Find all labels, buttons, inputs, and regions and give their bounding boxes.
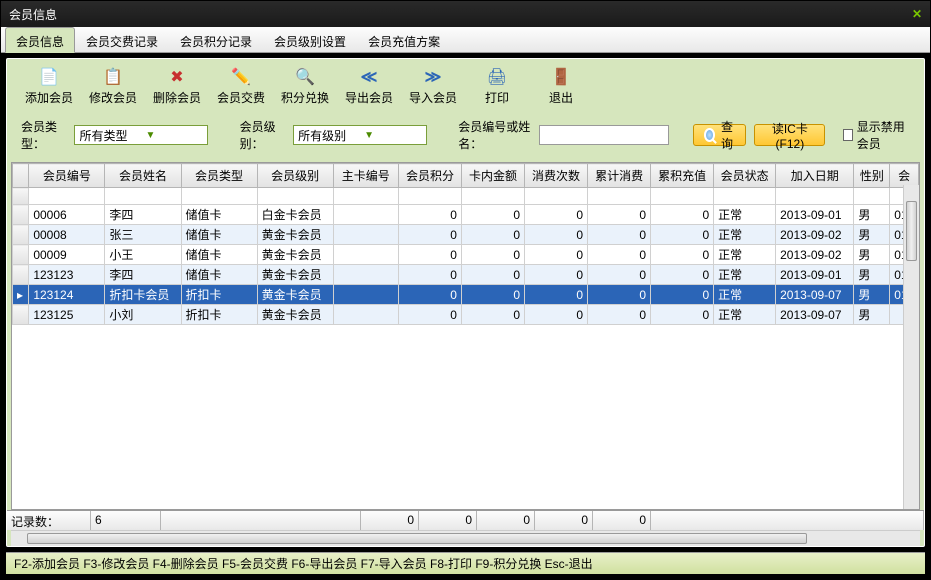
table-row[interactable]: 123123李四储值卡黄金卡会员00000正常2013-09-01男01- xyxy=(13,265,919,285)
table-row[interactable]: 123125小刘折扣卡黄金卡会员00000正常2013-09-07男 xyxy=(13,305,919,325)
row-header-corner xyxy=(13,164,29,188)
type-value: 所有类型 xyxy=(79,127,139,144)
type-combo[interactable]: 所有类型 ▼ xyxy=(74,125,208,145)
col-header[interactable]: 性别 xyxy=(854,164,890,188)
window-title: 会员信息 xyxy=(9,6,57,23)
status-text: F2-添加会员 F3-修改会员 F4-删除会员 F5-会员交费 F6-导出会员 … xyxy=(14,555,593,572)
summary-count: 6 xyxy=(91,511,161,530)
col-header[interactable]: 消费次数 xyxy=(525,164,588,188)
delete-member-button[interactable]: ✖删除会员 xyxy=(147,65,207,108)
points-exchange-button[interactable]: 🔍积分兑换 xyxy=(275,65,335,108)
toolbar: 📄添加会员📋修改会员✖删除会员✏️会员交费🔍积分兑换≪导出会员≫导入会员🖨打印🚪… xyxy=(7,59,924,112)
summary-zero: 0 xyxy=(593,511,651,530)
mag-icon: 🔍 xyxy=(295,67,315,87)
summary-zero: 0 xyxy=(419,511,477,530)
summary-zero: 0 xyxy=(477,511,535,530)
pay-icon: ✏️ xyxy=(231,67,251,87)
tab-0[interactable]: 会员信息 xyxy=(5,27,75,53)
tabstrip: 会员信息会员交费记录会员积分记录会员级别设置会员充值方案 xyxy=(1,27,930,53)
horizontal-scrollbar[interactable] xyxy=(11,530,920,546)
summary-row: 记录数：600000 xyxy=(7,510,924,530)
add-icon: 📄 xyxy=(39,67,59,87)
del-icon: ✖ xyxy=(170,67,183,87)
tab-3[interactable]: 会员级别设置 xyxy=(263,27,357,52)
ll-icon: ≪ xyxy=(361,67,378,87)
statusbar: F2-添加会员 F3-修改会员 F4-删除会员 F5-会员交费 F6-导出会员 … xyxy=(6,552,925,574)
grid: 会员编号会员姓名会员类型会员级别主卡编号会员积分卡内金额消费次数累计消费累积充值… xyxy=(11,162,920,510)
print-button[interactable]: 🖨打印 xyxy=(467,65,527,108)
table-row[interactable]: 00009小王储值卡黄金卡会员00000正常2013-09-02男01- xyxy=(13,245,919,265)
window: 会员信息 ✕ 会员信息会员交费记录会员积分记录会员级别设置会员充值方案 📄添加会… xyxy=(0,0,931,580)
level-label: 会员级别： xyxy=(240,118,285,152)
col-header[interactable]: 会员状态 xyxy=(714,164,776,188)
table-row[interactable]: 00006李四储值卡白金卡会员00000正常2013-09-01男01- xyxy=(13,205,919,225)
search-label: 会员编号或姓名： xyxy=(458,118,531,152)
col-header[interactable]: 主卡编号 xyxy=(333,164,398,188)
col-header[interactable]: 累积充值 xyxy=(651,164,714,188)
export-member-button[interactable]: ≪导出会员 xyxy=(339,65,399,108)
close-icon[interactable]: ✕ xyxy=(912,7,922,21)
read-ic-button[interactable]: 读IC卡(F12) xyxy=(754,124,825,146)
search-input[interactable] xyxy=(539,125,669,145)
col-header[interactable]: 会员级别 xyxy=(257,164,333,188)
chevron-down-icon: ▼ xyxy=(145,130,205,141)
titlebar: 会员信息 ✕ xyxy=(1,1,930,27)
tab-2[interactable]: 会员积分记录 xyxy=(169,27,263,52)
type-label: 会员类型： xyxy=(21,118,66,152)
exit-button[interactable]: 🚪退出 xyxy=(531,65,591,108)
vertical-scrollbar[interactable] xyxy=(903,185,919,509)
checkbox-icon xyxy=(843,129,852,141)
col-header[interactable]: 会员姓名 xyxy=(105,164,181,188)
col-header[interactable]: 卡内金额 xyxy=(461,164,524,188)
col-header[interactable]: 会员编号 xyxy=(29,164,105,188)
level-value: 所有级别 xyxy=(298,127,358,144)
tab-4[interactable]: 会员充值方案 xyxy=(357,27,451,52)
edit-member-button[interactable]: 📋修改会员 xyxy=(83,65,143,108)
content-panel: 📄添加会员📋修改会员✖删除会员✏️会员交费🔍积分兑换≪导出会员≫导入会员🖨打印🚪… xyxy=(6,58,925,547)
col-header[interactable]: 会员类型 xyxy=(181,164,257,188)
exit-icon: 🚪 xyxy=(551,67,571,87)
col-header[interactable]: 会员积分 xyxy=(398,164,461,188)
col-header[interactable]: 累计消费 xyxy=(588,164,651,188)
member-pay-button[interactable]: ✏️会员交费 xyxy=(211,65,271,108)
search-icon xyxy=(704,128,715,142)
data-table[interactable]: 会员编号会员姓名会员类型会员级别主卡编号会员积分卡内金额消费次数累计消费累积充值… xyxy=(12,163,919,325)
query-button[interactable]: 查询 xyxy=(693,124,747,146)
col-header[interactable]: 会 xyxy=(890,164,919,188)
edit-icon: 📋 xyxy=(103,67,123,87)
summary-label: 记录数： xyxy=(7,511,91,530)
summary-zero: 0 xyxy=(535,511,593,530)
show-disabled-check[interactable]: 显示禁用会员 xyxy=(843,118,910,152)
table-row[interactable]: ▸123124折扣卡会员折扣卡黄金卡会员00000正常2013-09-07男01… xyxy=(13,285,919,305)
summary-zero: 0 xyxy=(361,511,419,530)
level-combo[interactable]: 所有级别 ▼ xyxy=(293,125,427,145)
rr-icon: ≫ xyxy=(425,67,442,87)
tab-1[interactable]: 会员交费记录 xyxy=(75,27,169,52)
chevron-down-icon: ▼ xyxy=(364,130,424,141)
import-member-button[interactable]: ≫导入会员 xyxy=(403,65,463,108)
filter-bar: 会员类型： 所有类型 ▼ 会员级别： 所有级别 ▼ 会员编号或姓名： 查询 读I… xyxy=(7,112,924,162)
col-header[interactable]: 加入日期 xyxy=(776,164,854,188)
add-member-button[interactable]: 📄添加会员 xyxy=(19,65,79,108)
print-icon: 🖨 xyxy=(487,67,507,87)
table-row[interactable]: 00008张三储值卡黄金卡会员00000正常2013-09-02男01- xyxy=(13,225,919,245)
